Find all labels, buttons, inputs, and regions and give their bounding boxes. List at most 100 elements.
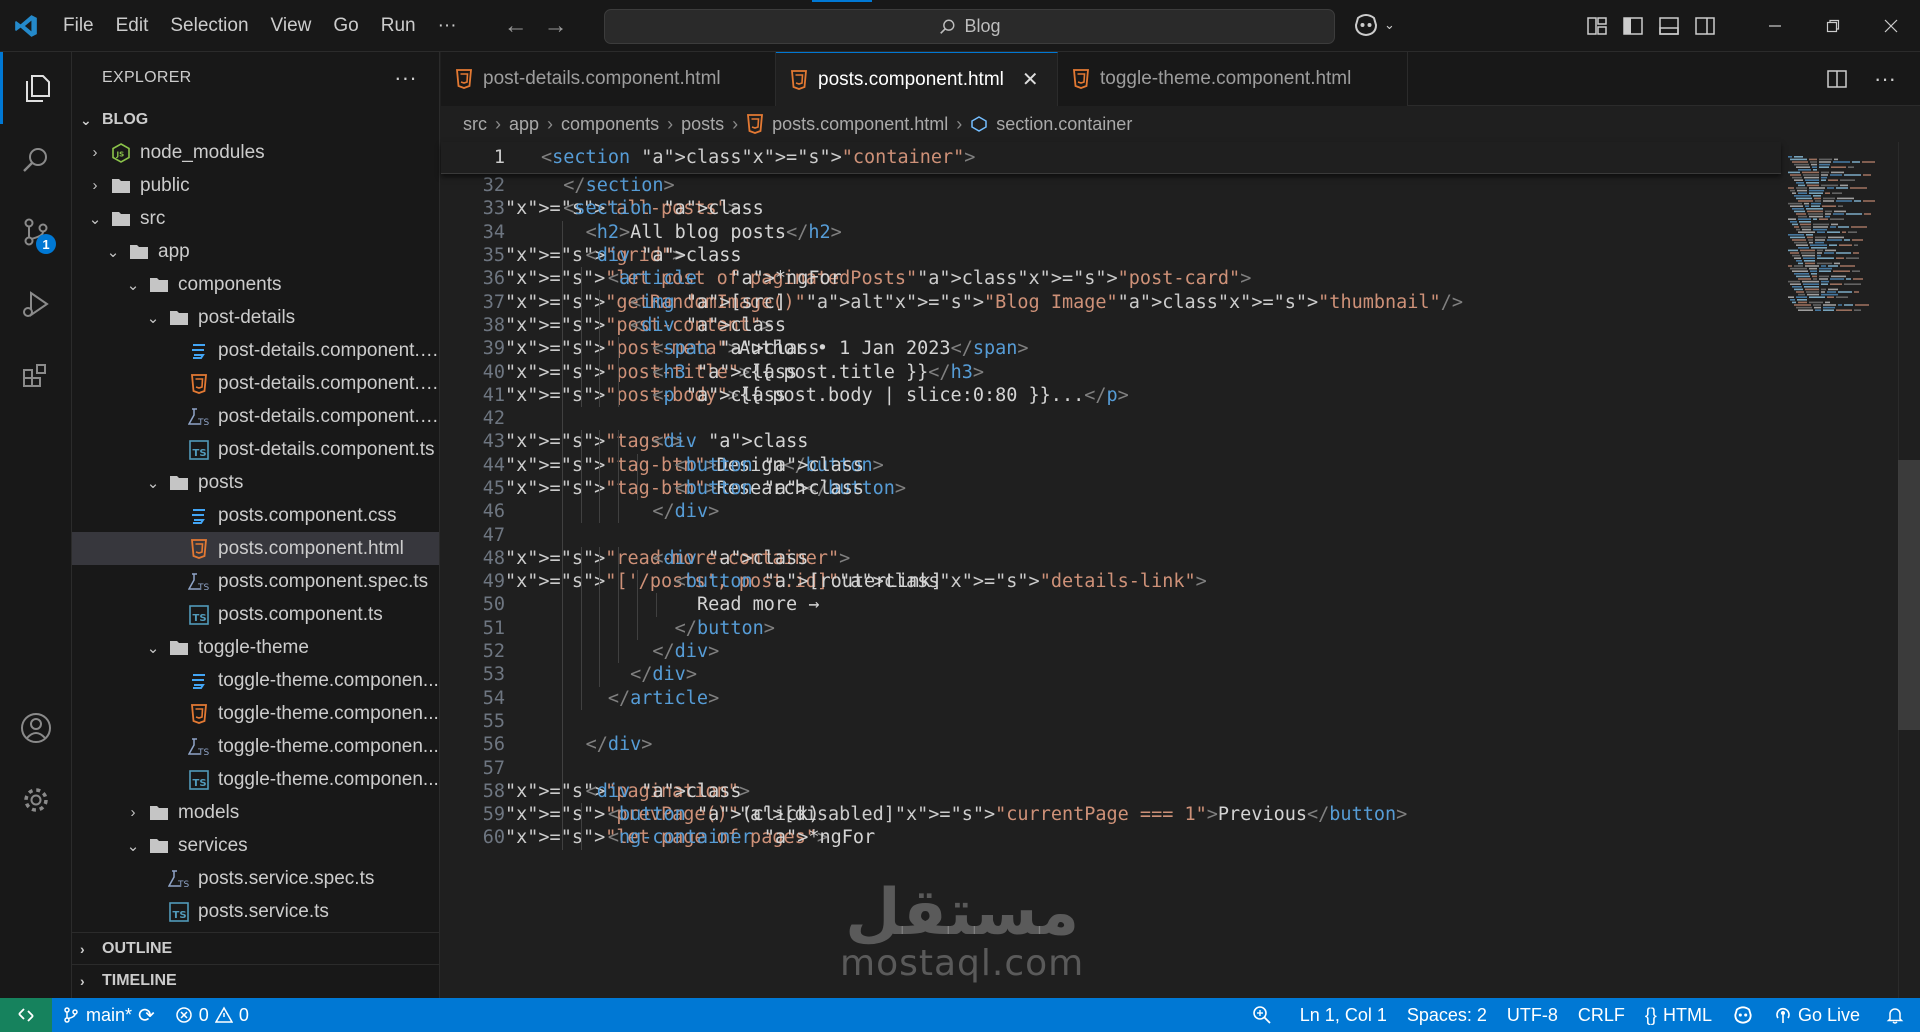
- tree-folder[interactable]: ⌄ services: [72, 829, 439, 862]
- run-debug-activity[interactable]: [0, 268, 72, 340]
- toggle-primary-sidebar-icon[interactable]: [1622, 15, 1644, 37]
- sticky-scroll-line[interactable]: 1 <section "a">class"x">="s">"container"…: [441, 142, 1781, 174]
- code-line[interactable]: 36 <article "a">*ngFor "x" >= "s" > "let post…: [441, 267, 1771, 291]
- notifications-button[interactable]: [1870, 998, 1920, 1032]
- breadcrumb-file[interactable]: posts.component.html: [772, 114, 948, 135]
- manage-activity[interactable]: [0, 764, 72, 836]
- code-line[interactable]: 56 </div>: [441, 733, 1771, 757]
- search-activity[interactable]: [0, 124, 72, 196]
- remote-indicator[interactable]: [0, 998, 52, 1032]
- split-editor-icon[interactable]: [1826, 68, 1848, 90]
- code-line[interactable]: 58 <div "a">class "x" >= "s" > "pagination" >: [441, 779, 1771, 804]
- code-line[interactable]: 50 Read more →: [441, 593, 1771, 617]
- close-window-button[interactable]: [1862, 0, 1920, 52]
- tree-folder[interactable]: ⌄ components: [72, 268, 439, 301]
- tree-folder[interactable]: ⌄ post-details: [72, 301, 439, 334]
- code-line[interactable]: 34 <h2>All blog posts</h2>: [441, 220, 1771, 244]
- toggle-panel-icon[interactable]: [1658, 15, 1680, 37]
- vertical-scrollbar[interactable]: [1898, 142, 1920, 998]
- extensions-activity[interactable]: [0, 340, 72, 412]
- forward-arrow-icon[interactable]: →: [544, 12, 568, 40]
- code-line[interactable]: 53 </div>: [441, 663, 1771, 687]
- eol-status[interactable]: CRLF: [1568, 998, 1635, 1032]
- code-line[interactable]: 54 </article>: [441, 686, 1771, 710]
- encoding-status[interactable]: UTF-8: [1497, 998, 1568, 1032]
- back-arrow-icon[interactable]: ←: [504, 12, 528, 40]
- tree-file[interactable]: posts.component.html: [72, 532, 439, 565]
- code-line[interactable]: 49 <button "a">[routerLink]"x">="s">"['/…: [441, 570, 1771, 594]
- problems-status[interactable]: 0 0: [165, 998, 259, 1032]
- source-control-activity[interactable]: 1: [0, 196, 72, 268]
- code-line[interactable]: 43 <div "a">class"x">="s">"tags">: [441, 430, 1771, 454]
- indentation-status[interactable]: Spaces: 2: [1397, 998, 1497, 1032]
- restore-button[interactable]: [1804, 0, 1862, 52]
- code-line[interactable]: 35 <div "a">class "x" >= "s" > "grid" >: [441, 243, 1771, 268]
- language-status[interactable]: {} HTML: [1635, 998, 1722, 1032]
- cursor-position[interactable]: Ln 1, Col 1: [1290, 998, 1397, 1032]
- scrollbar-thumb[interactable]: [1898, 460, 1920, 730]
- command-center-search[interactable]: Blog: [604, 9, 1335, 44]
- code-line[interactable]: 32 </section>: [441, 174, 1771, 197]
- menu-view[interactable]: View: [260, 0, 323, 51]
- tree-folder[interactable]: › JS node_modules: [72, 136, 439, 169]
- customize-layout-icon[interactable]: [1586, 15, 1608, 37]
- tree-file[interactable]: TS posts.component.spec.ts: [72, 565, 439, 598]
- breadcrumb-src[interactable]: src: [463, 114, 487, 135]
- tab-toggle-theme-html[interactable]: toggle-theme.component.html: [1058, 52, 1408, 106]
- tree-file[interactable]: posts.component.css: [72, 499, 439, 532]
- code-line[interactable]: 45 <button "a">class"x">="s">"tag-btn">R…: [441, 476, 1771, 501]
- tree-file[interactable]: TS posts.component.ts: [72, 598, 439, 631]
- tree-folder[interactable]: › public: [72, 169, 439, 202]
- code-line[interactable]: 47: [441, 523, 1771, 547]
- code-line[interactable]: 40 <h3 "a">class"x">="s">"post-title">{{…: [441, 360, 1771, 384]
- zoom-status[interactable]: [1234, 998, 1290, 1032]
- breadcrumb-components[interactable]: components: [561, 114, 659, 135]
- tree-file[interactable]: post-details.component.h...: [72, 367, 439, 400]
- explorer-more-actions[interactable]: ···: [394, 65, 417, 91]
- tree-file[interactable]: TS toggle-theme.componen...: [72, 730, 439, 763]
- breadcrumb-app[interactable]: app: [509, 114, 539, 135]
- workspace-root[interactable]: ⌄ BLOG: [72, 104, 439, 136]
- code-line[interactable]: 41 <p "a">class"x">="s">"post-body">{{ p…: [441, 383, 1771, 407]
- menu-more[interactable]: ···: [427, 0, 468, 51]
- tree-file[interactable]: toggle-theme.componen...: [72, 697, 439, 730]
- code-editor[interactable]: 32 </section> 33 <section "a">class "x" >= "…: [441, 142, 1771, 998]
- timeline-section[interactable]: › TIMELINE: [72, 964, 440, 996]
- code-line[interactable]: 52 </div>: [441, 639, 1771, 664]
- tree-folder[interactable]: ⌄ app: [72, 235, 439, 268]
- close-icon[interactable]: ✕: [1022, 67, 1039, 92]
- sync-icon[interactable]: ⟳: [138, 1003, 155, 1028]
- code-line[interactable]: 37 <img "a">[src]"x">="s">"getRandomImag…: [441, 290, 1771, 314]
- tab-post-details-html[interactable]: post-details.component.html: [441, 52, 776, 106]
- outline-section[interactable]: › OUTLINE: [72, 932, 440, 964]
- code-line[interactable]: 38 <div "a">class"x">="s">"post-content"…: [441, 313, 1771, 338]
- tree-file[interactable]: post-details.component.css: [72, 334, 439, 367]
- tree-file[interactable]: TS post-details.component.s...: [72, 400, 439, 433]
- tree-file[interactable]: TS posts.service.ts: [72, 895, 439, 928]
- menu-go[interactable]: Go: [322, 0, 369, 51]
- code-line[interactable]: 51 </button>: [441, 616, 1771, 640]
- tree-folder[interactable]: ⌄ toggle-theme: [72, 631, 439, 664]
- code-line[interactable]: 33 <section "a">class "x" >= "s" > "all-posts…: [441, 197, 1771, 220]
- copilot-status[interactable]: [1722, 998, 1764, 1032]
- minimap[interactable]: [1786, 152, 1896, 332]
- menu-run[interactable]: Run: [370, 0, 427, 51]
- menu-file[interactable]: File: [52, 0, 105, 51]
- breadcrumb-posts[interactable]: posts: [681, 114, 724, 135]
- breadcrumb-symbol[interactable]: section.container: [996, 114, 1132, 135]
- menu-selection[interactable]: Selection: [159, 0, 259, 51]
- code-line[interactable]: 59 <button "a">(click) "x" >= "s" > "prevPage…: [441, 803, 1771, 827]
- copilot-button[interactable]: ⌄: [1352, 12, 1395, 38]
- tab-posts-html[interactable]: posts.component.html ✕: [776, 52, 1058, 106]
- tree-folder[interactable]: ⌄ posts: [72, 466, 439, 499]
- tree-folder[interactable]: › models: [72, 796, 439, 829]
- more-actions-icon[interactable]: ···: [1874, 66, 1896, 92]
- menu-edit[interactable]: Edit: [105, 0, 160, 51]
- code-line[interactable]: 57: [441, 756, 1771, 780]
- toggle-secondary-sidebar-icon[interactable]: [1694, 15, 1716, 37]
- code-line[interactable]: 42: [441, 406, 1771, 431]
- branch-status[interactable]: main* ⟳: [52, 998, 165, 1032]
- code-line[interactable]: 44 <button "a">class"x">="s">"tag-btn">D…: [441, 453, 1771, 477]
- tree-file[interactable]: TS post-details.component.ts: [72, 433, 439, 466]
- code-line[interactable]: 60 <ng-container "a">*ngFor "x" >= "s" > "let…: [441, 826, 1771, 850]
